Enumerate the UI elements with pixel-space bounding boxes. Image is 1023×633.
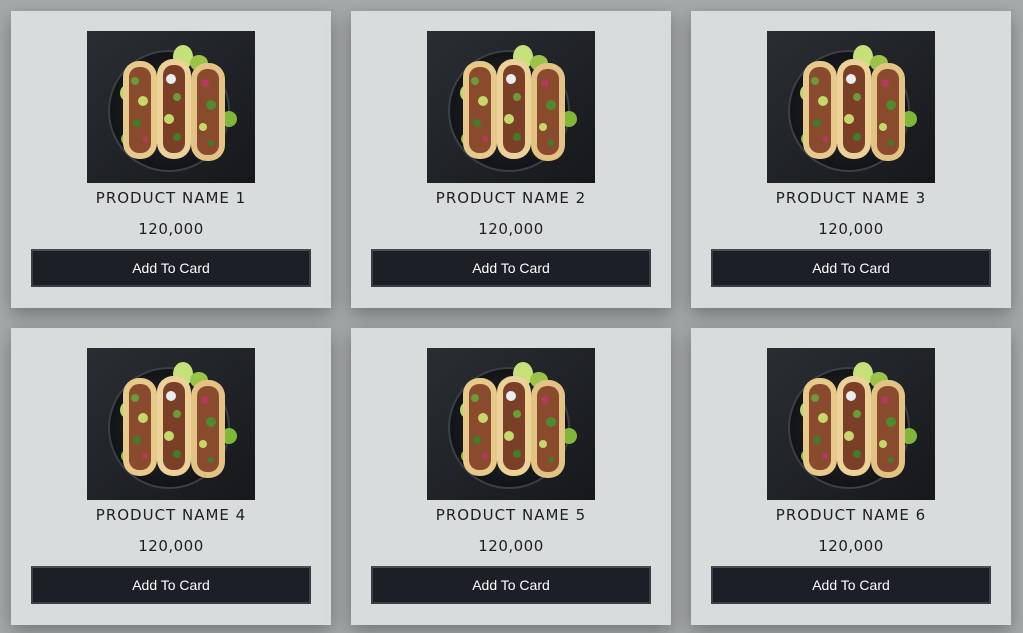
product-card: PRODUCT NAME 3 120,000 Add To Card <box>691 11 1011 308</box>
product-image <box>427 31 595 183</box>
add-to-cart-button[interactable]: Add To Card <box>711 249 991 287</box>
product-card: PRODUCT NAME 5 120,000 Add To Card <box>351 328 671 625</box>
product-name: PRODUCT NAME 1 <box>95 189 247 207</box>
add-to-cart-button[interactable]: Add To Card <box>371 249 651 287</box>
product-name: PRODUCT NAME 4 <box>95 506 247 524</box>
add-to-cart-button[interactable]: Add To Card <box>31 566 311 604</box>
product-price: 120,000 <box>478 220 544 238</box>
product-price: 120,000 <box>818 220 884 238</box>
add-to-cart-button[interactable]: Add To Card <box>711 566 991 604</box>
product-grid: PRODUCT NAME 1 120,000 Add To Card PRODU… <box>0 0 1023 633</box>
product-price: 120,000 <box>138 537 204 555</box>
product-card: PRODUCT NAME 1 120,000 Add To Card <box>11 11 331 308</box>
product-name: PRODUCT NAME 6 <box>775 506 927 524</box>
product-image <box>767 31 935 183</box>
product-image <box>427 348 595 500</box>
product-price: 120,000 <box>138 220 204 238</box>
add-to-cart-button[interactable]: Add To Card <box>371 566 651 604</box>
product-price: 120,000 <box>818 537 884 555</box>
product-card: PRODUCT NAME 6 120,000 Add To Card <box>691 328 1011 625</box>
add-to-cart-button[interactable]: Add To Card <box>31 249 311 287</box>
product-image <box>87 348 255 500</box>
product-name: PRODUCT NAME 2 <box>435 189 587 207</box>
product-image <box>87 31 255 183</box>
product-card: PRODUCT NAME 2 120,000 Add To Card <box>351 11 671 308</box>
product-card: PRODUCT NAME 4 120,000 Add To Card <box>11 328 331 625</box>
product-price: 120,000 <box>478 537 544 555</box>
product-image <box>767 348 935 500</box>
product-name: PRODUCT NAME 3 <box>775 189 927 207</box>
product-name: PRODUCT NAME 5 <box>435 506 587 524</box>
